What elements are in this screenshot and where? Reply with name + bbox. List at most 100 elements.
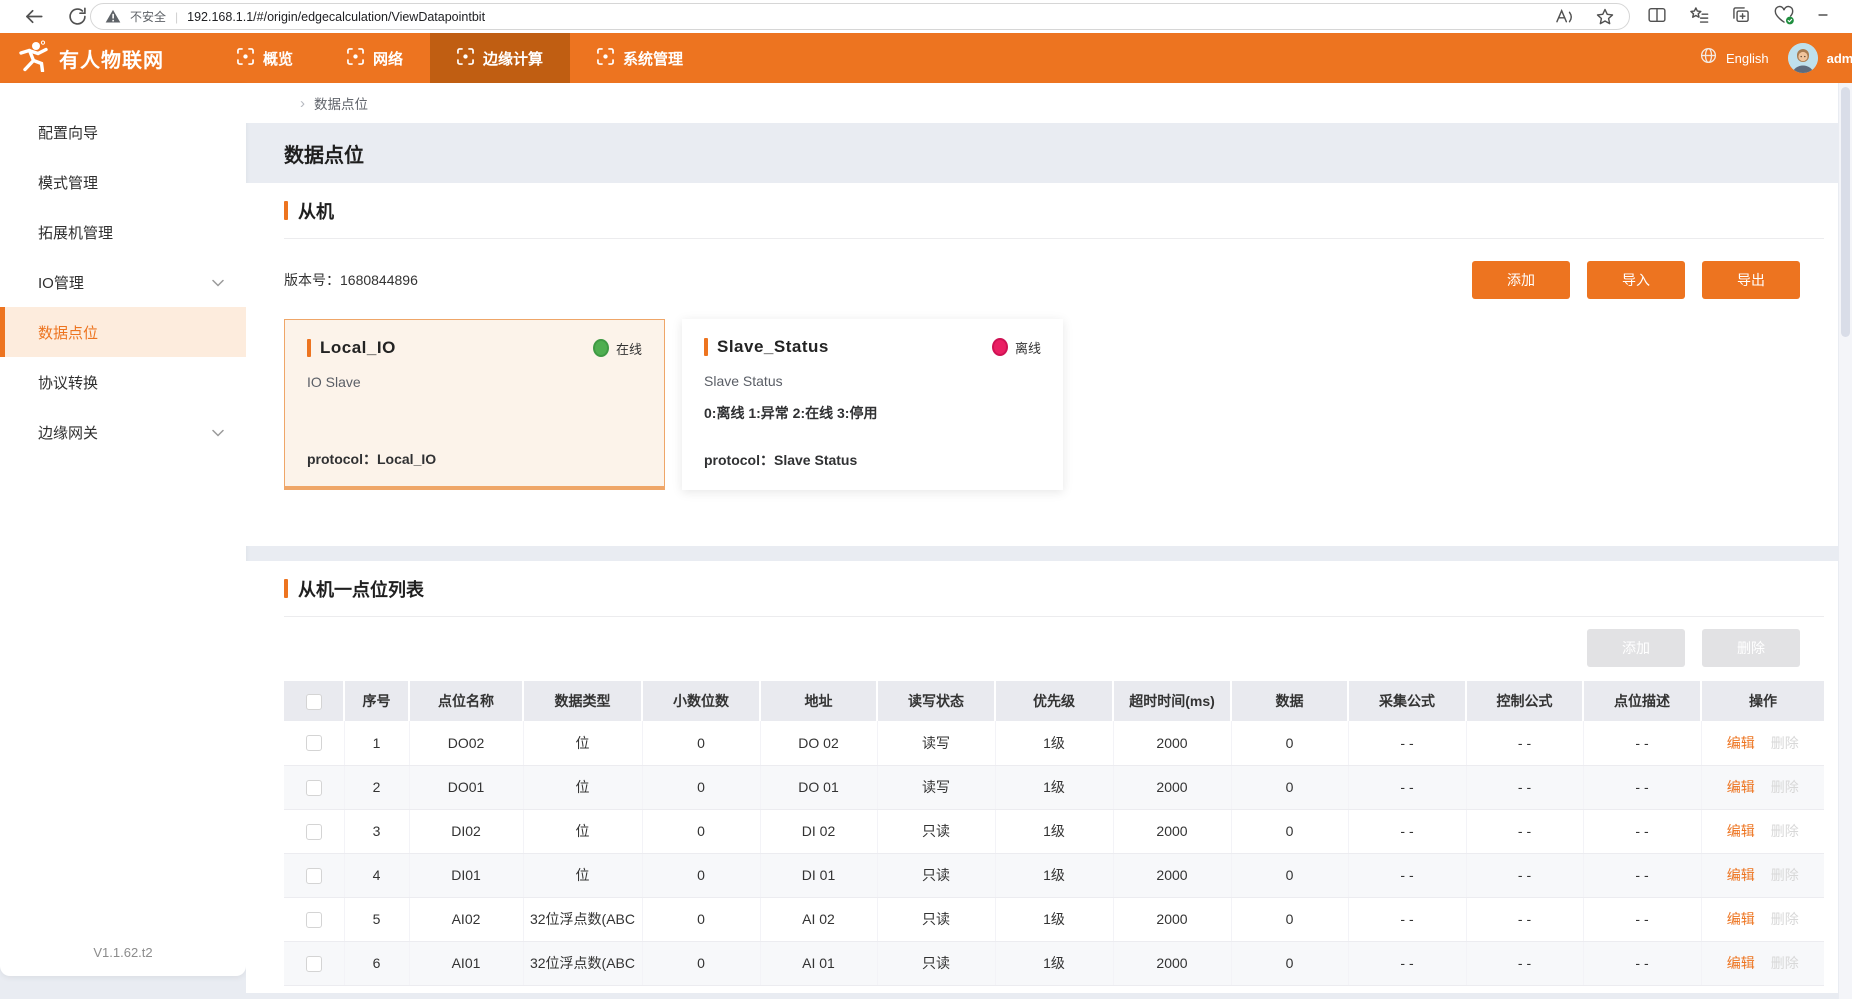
edit-link[interactable]: 编辑: [1727, 735, 1755, 751]
protocol-label: protocol：: [704, 452, 774, 468]
nav-item-edge-computing[interactable]: 边缘计算: [430, 33, 570, 83]
online-status-dot: [593, 339, 609, 357]
cell-decimals: 0: [642, 941, 760, 985]
username[interactable]: adm: [1827, 51, 1852, 66]
cell-decimals: 0: [642, 853, 760, 897]
globe-icon: [1700, 47, 1717, 69]
sidebar-item-edge-gateway[interactable]: 边缘网关: [0, 407, 246, 457]
edit-link[interactable]: 编辑: [1727, 911, 1755, 927]
col-decimals: 小数位数: [642, 681, 760, 721]
delete-link[interactable]: 删除: [1771, 779, 1799, 795]
sidebar-item-io-management[interactable]: IO管理: [0, 257, 246, 307]
more-options-icon[interactable]: [1816, 4, 1830, 26]
breadcrumb-current[interactable]: 数据点位: [314, 93, 368, 113]
edit-link[interactable]: 编辑: [1727, 955, 1755, 971]
select-all-checkbox[interactable]: [306, 694, 322, 710]
cell-rw: 只读: [877, 897, 995, 941]
nav-item-network[interactable]: 网络: [320, 33, 430, 83]
address-bar[interactable]: 不安全 | 192.168.1.1/#/origin/edgecalculati…: [90, 3, 1630, 30]
insecure-label: 不安全: [130, 8, 166, 25]
cell-description: - -: [1583, 809, 1701, 853]
table-row: 5 AI02 32位浮点数(ABC 0 AI 02 只读 1级 2000 0 -…: [284, 897, 1824, 941]
status-badge: 在线: [593, 339, 642, 358]
language-switcher[interactable]: English: [1726, 51, 1769, 66]
table-row: 2 DO01 位 0 DO 01 读写 1级 2000 0 - - - - - …: [284, 765, 1824, 809]
import-button[interactable]: 导入: [1587, 261, 1685, 299]
cell-name: DO02: [409, 721, 523, 765]
delete-link[interactable]: 删除: [1771, 867, 1799, 883]
cell-decimals: 0: [642, 721, 760, 765]
cell-description: - -: [1583, 897, 1701, 941]
cell-timeout: 2000: [1113, 853, 1231, 897]
sidebar: 配置向导 模式管理 拓展机管理 IO管理 数据点位 协议转换 边缘网关 V1.1…: [0, 83, 246, 976]
sidebar-item-expansion-management[interactable]: 拓展机管理: [0, 207, 246, 257]
cell-data: 0: [1231, 721, 1348, 765]
brand-logo[interactable]: 有人物联网: [0, 40, 164, 77]
row-checkbox[interactable]: [306, 735, 322, 751]
firmware-version: V1.1.62.t2: [0, 945, 246, 960]
sidebar-item-protocol-conversion[interactable]: 协议转换: [0, 357, 246, 407]
url-text[interactable]: 192.168.1.1/#/origin/edgecalculation/Vie…: [187, 10, 485, 24]
row-checkbox[interactable]: [306, 912, 322, 928]
row-checkbox[interactable]: [306, 956, 322, 972]
points-section-header: 从机一点位列表: [284, 561, 1824, 617]
export-button[interactable]: 导出: [1702, 261, 1800, 299]
edit-link[interactable]: 编辑: [1727, 823, 1755, 839]
refresh-icon[interactable]: [66, 5, 89, 28]
slave-description: IO Slave: [307, 374, 642, 390]
favorite-star-icon[interactable]: [1595, 7, 1615, 27]
cell-decimals: 0: [642, 765, 760, 809]
cell-rw: 读写: [877, 765, 995, 809]
cell-seq: 2: [344, 765, 409, 809]
accent-bar: [284, 579, 288, 598]
add-slave-button[interactable]: 添加: [1472, 261, 1570, 299]
favorites-hub-icon[interactable]: [1688, 4, 1710, 26]
sidebar-item-label: 协议转换: [38, 372, 98, 393]
cell-address: AI 01: [760, 941, 877, 985]
row-checkbox[interactable]: [306, 868, 322, 884]
page-scrollbar[interactable]: [1839, 83, 1852, 999]
cell-timeout: 2000: [1113, 809, 1231, 853]
row-checkbox[interactable]: [306, 824, 322, 840]
back-icon[interactable]: [22, 5, 45, 28]
version-number: 版本号：1680844896: [284, 270, 418, 290]
add-point-button[interactable]: 添加: [1587, 629, 1685, 667]
delete-link[interactable]: 删除: [1771, 955, 1799, 971]
cell-address: DO 01: [760, 765, 877, 809]
accent-bar: [307, 339, 311, 357]
viewfinder-icon: [457, 48, 474, 69]
edit-link[interactable]: 编辑: [1727, 779, 1755, 795]
nav-item-overview[interactable]: 概览: [210, 33, 320, 83]
chevron-right-icon: ›: [300, 95, 305, 112]
delete-link[interactable]: 删除: [1771, 735, 1799, 751]
user-avatar[interactable]: [1788, 43, 1818, 73]
browser-essentials-icon[interactable]: [1772, 4, 1796, 26]
delete-link[interactable]: 删除: [1771, 823, 1799, 839]
delete-link[interactable]: 删除: [1771, 911, 1799, 927]
row-checkbox[interactable]: [306, 780, 322, 796]
sidebar-item-mode-management[interactable]: 模式管理: [0, 157, 246, 207]
cell-control: - -: [1466, 853, 1583, 897]
collections-icon[interactable]: [1730, 4, 1752, 26]
col-collect-formula: 采集公式: [1348, 681, 1466, 721]
cell-priority: 1级: [995, 897, 1113, 941]
slave-card-local-io[interactable]: Local_IO 在线 IO Slave protocol：Local_IO: [284, 319, 665, 490]
sidebar-item-config-wizard[interactable]: 配置向导: [0, 107, 246, 157]
cell-data: 0: [1231, 809, 1348, 853]
scrollbar-thumb[interactable]: [1841, 87, 1850, 337]
slave-name: Slave_Status: [717, 337, 829, 357]
col-type: 数据类型: [523, 681, 642, 721]
cell-rw: 读写: [877, 721, 995, 765]
nav-item-system-management[interactable]: 系统管理: [570, 33, 710, 83]
slave-card-slave-status[interactable]: Slave_Status 离线 Slave Status 0:离线 1:异常 2…: [682, 319, 1063, 490]
read-aloud-icon[interactable]: [1553, 7, 1575, 27]
delete-points-button[interactable]: 删除: [1702, 629, 1800, 667]
cell-description: - -: [1583, 853, 1701, 897]
split-screen-icon[interactable]: [1646, 4, 1668, 26]
sidebar-item-label: 数据点位: [38, 322, 98, 343]
cell-type: 32位浮点数(ABC: [523, 897, 642, 941]
insecure-warning-icon[interactable]: [105, 9, 121, 24]
cell-description: - -: [1583, 721, 1701, 765]
sidebar-item-data-points[interactable]: 数据点位: [0, 307, 246, 357]
edit-link[interactable]: 编辑: [1727, 867, 1755, 883]
